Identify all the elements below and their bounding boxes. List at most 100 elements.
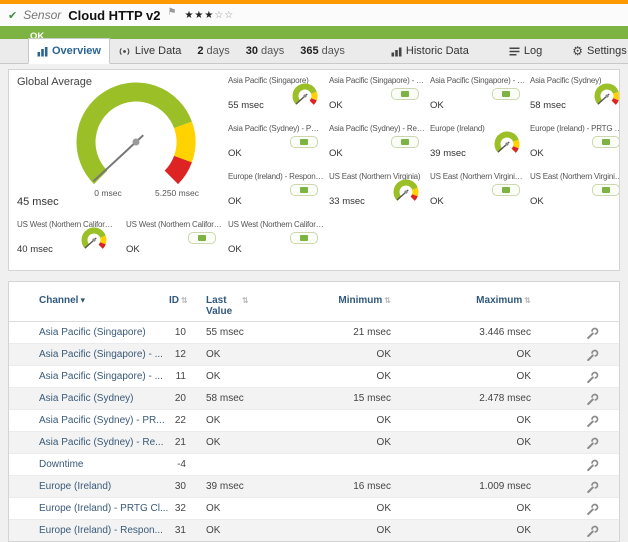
sort-icon: ⇅	[242, 296, 249, 305]
cell-channel[interactable]: Asia Pacific (Sydney) - Re...	[9, 432, 169, 453]
flag-icon[interactable]: ⚑	[167, 7, 176, 18]
wrench-icon[interactable]	[586, 415, 599, 428]
channel-cell[interactable]: Europe (Ireland) 39 msec	[430, 124, 526, 162]
cell-channel[interactable]: Europe (Ireland) - PRTG Cl...	[9, 498, 169, 519]
col-header-id[interactable]: ID⇅	[169, 295, 186, 306]
col-header-minimum[interactable]: Minimum⇅	[316, 295, 391, 306]
channel-value: 55 msec	[228, 100, 264, 111]
stars-empty[interactable]: ☆☆	[214, 10, 234, 21]
cell-channel[interactable]: Europe (Ireland) - Respon...	[9, 520, 169, 541]
channel-gauge-icon	[77, 226, 111, 254]
table-row[interactable]: Europe (Ireland) 30 39 msec 16 msec 1.00…	[9, 476, 619, 498]
cell-id: 10	[169, 322, 186, 343]
cell-maximum: OK	[391, 344, 531, 365]
channel-cell[interactable]: US East (Northern Virginia) 33 msec	[329, 172, 425, 210]
table-row[interactable]: Asia Pacific (Singapore) - ... 11 OK OK …	[9, 366, 619, 388]
wrench-icon[interactable]	[586, 327, 599, 340]
cell-minimum: OK	[316, 410, 391, 431]
wrench-icon[interactable]	[586, 349, 599, 362]
cell-minimum: OK	[316, 344, 391, 365]
channel-label: Europe (Ireland) - PRTG Cloud...	[530, 124, 620, 133]
sort-icon: ⇅	[524, 296, 531, 305]
channel-value: OK	[126, 244, 140, 255]
cell-channel[interactable]: Asia Pacific (Singapore) - ...	[9, 344, 169, 365]
cell-channel[interactable]: Downtime	[9, 454, 169, 475]
channel-cell[interactable]: Asia Pacific (Singapore) 55 msec	[228, 76, 324, 114]
channel-value: OK	[530, 196, 544, 207]
channel-value: OK	[228, 196, 242, 207]
cell-minimum: 15 msec	[316, 388, 391, 409]
wrench-icon[interactable]	[586, 481, 599, 494]
channel-cell[interactable]: US East (Northern Virginia) -... OK	[430, 172, 526, 210]
cell-last-value: OK	[206, 498, 316, 519]
channel-status-indicator	[592, 136, 620, 148]
channel-status-indicator	[492, 184, 520, 196]
cell-last-value: OK	[206, 432, 316, 453]
cell-maximum: OK	[391, 366, 531, 387]
channel-value: 40 msec	[17, 244, 53, 255]
col-label: Channel	[39, 295, 78, 306]
cell-minimum: OK	[316, 520, 391, 541]
channel-value: OK	[228, 244, 242, 255]
channel-cell[interactable]: Europe (Ireland) - PRTG Cloud... OK	[530, 124, 620, 162]
cell-last-value: 55 msec	[206, 322, 316, 343]
stars-filled[interactable]: ★★★	[184, 10, 214, 21]
cell-channel[interactable]: Asia Pacific (Singapore) - ...	[9, 366, 169, 387]
cell-id: 32	[169, 498, 186, 519]
cell-channel[interactable]: Asia Pacific (Sydney)	[9, 388, 169, 409]
overview-icon	[37, 46, 48, 57]
channel-cell[interactable]: US West (Northern California) 40 msec	[17, 220, 113, 258]
table-row[interactable]: Asia Pacific (Singapore) 10 55 msec 21 m…	[9, 322, 619, 344]
tab-days-number: 30	[246, 45, 258, 57]
tab-365-days[interactable]: 365days	[292, 39, 353, 63]
table-row[interactable]: Europe (Ireland) - PRTG Cl... 32 OK OK O…	[9, 498, 619, 520]
tab-settings[interactable]: ⚙ Settings	[564, 39, 628, 63]
cell-channel[interactable]: Europe (Ireland)	[9, 476, 169, 497]
col-header-maximum[interactable]: Maximum⇅	[391, 295, 531, 306]
cell-channel[interactable]: Asia Pacific (Singapore)	[9, 322, 169, 343]
col-header-channel[interactable]: Channel▾	[9, 295, 169, 306]
tab-2-days[interactable]: 2days	[189, 39, 237, 63]
wrench-icon[interactable]	[586, 393, 599, 406]
cell-channel[interactable]: Asia Pacific (Sydney) - PR...	[9, 410, 169, 431]
channel-cell[interactable]: Asia Pacific (Sydney) - PRTG C... OK	[228, 124, 324, 162]
cell-last-value: 58 msec	[206, 388, 316, 409]
table-row[interactable]: Asia Pacific (Sydney) - Re... 21 OK OK O…	[9, 432, 619, 454]
channel-status-indicator	[391, 136, 419, 148]
channel-cell[interactable]: Asia Pacific (Singapore) - Res... OK	[430, 76, 526, 114]
table-row[interactable]: Asia Pacific (Singapore) - ... 12 OK OK …	[9, 344, 619, 366]
channel-cell[interactable]: US West (Northern California)... OK	[228, 220, 324, 258]
wrench-icon[interactable]	[586, 437, 599, 450]
wrench-icon[interactable]	[586, 525, 599, 538]
wrench-icon[interactable]	[586, 459, 599, 472]
tab-30-days[interactable]: 30days	[238, 39, 293, 63]
wrench-icon[interactable]	[586, 371, 599, 384]
table-row[interactable]: Downtime -4	[9, 454, 619, 476]
channel-status-indicator	[290, 232, 318, 244]
col-header-last-value[interactable]: Last Value⇅	[206, 295, 316, 317]
priority-stars[interactable]: ★★★☆☆	[184, 10, 234, 21]
channel-gauge-icon	[590, 82, 620, 110]
channel-label: US West (Northern California)...	[126, 220, 222, 229]
channel-cell[interactable]: Europe (Ireland) - Response C... OK	[228, 172, 324, 210]
channel-cell[interactable]: US East (Northern Virginia) -... OK	[530, 172, 620, 210]
channel-cell[interactable]: Asia Pacific (Sydney) 58 msec	[530, 76, 620, 114]
channel-cell[interactable]: Asia Pacific (Singapore) - PR... OK	[329, 76, 425, 114]
table-row[interactable]: Asia Pacific (Sydney) - PR... 22 OK OK O…	[9, 410, 619, 432]
status-ok-segment	[300, 187, 308, 193]
cell-maximum: OK	[391, 432, 531, 453]
table-row[interactable]: Asia Pacific (Sydney) 20 58 msec 15 msec…	[9, 388, 619, 410]
tab-log[interactable]: Log	[501, 39, 550, 63]
channel-status-indicator	[290, 136, 318, 148]
tab-overview[interactable]: Overview	[28, 38, 110, 64]
wrench-icon[interactable]	[586, 503, 599, 516]
status-ok-segment	[502, 91, 510, 97]
channel-cell[interactable]: Asia Pacific (Sydney) - Respo... OK	[329, 124, 425, 162]
tab-historic-data[interactable]: Historic Data	[383, 39, 477, 63]
cell-id: 12	[169, 344, 186, 365]
tab-live-data[interactable]: Live Data	[110, 39, 189, 63]
cell-id: 31	[169, 520, 186, 541]
table-row[interactable]: Europe (Ireland) - Respon... 31 OK OK OK	[9, 520, 619, 542]
cell-id: 30	[169, 476, 186, 497]
channel-cell[interactable]: US West (Northern California)... OK	[126, 220, 222, 258]
